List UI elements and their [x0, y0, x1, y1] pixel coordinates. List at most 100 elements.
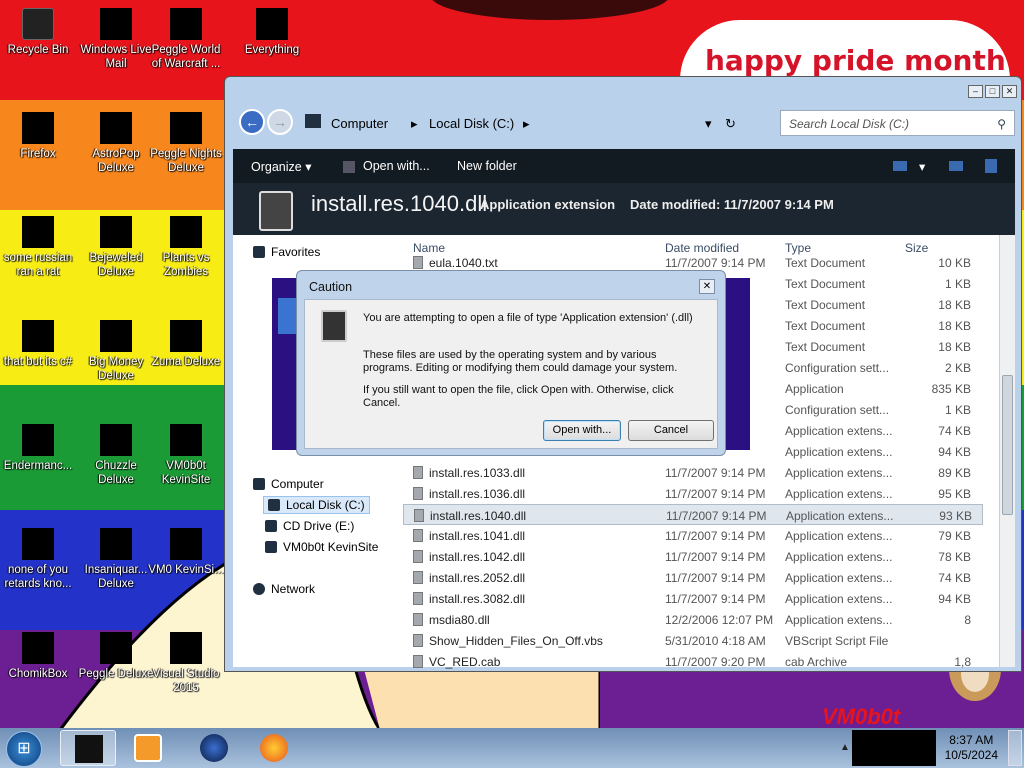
- file-date: 11/7/2007 9:14 PM: [665, 466, 766, 480]
- file-row[interactable]: VC_RED.cab 11/7/2007 9:20 PM cab Archive 1,…: [403, 651, 983, 672]
- address-dropdown-icon[interactable]: ▾: [705, 116, 712, 132]
- file-name: install.res.2052.dll: [413, 571, 658, 585]
- minimize-button[interactable]: –: [968, 85, 983, 98]
- desktop-icon[interactable]: AstroPop Deluxe: [78, 112, 154, 175]
- desktop-icon[interactable]: Chuzzle Deluxe: [78, 424, 154, 487]
- game-icon: [100, 112, 132, 144]
- nav-favorites[interactable]: Favorites: [253, 245, 320, 259]
- views-dropdown-icon[interactable]: ▾: [919, 159, 925, 174]
- taskbar-media-player[interactable]: [120, 730, 176, 766]
- desktop-icon[interactable]: Endermanc...: [0, 424, 76, 473]
- desktop-icon[interactable]: none of you retards kno...: [0, 528, 76, 591]
- dialog-close-button[interactable]: ✕: [699, 279, 715, 294]
- desktop-icon-label: VM0 KevinSi...: [148, 564, 224, 576]
- nav-local-disk[interactable]: Local Disk (C:): [263, 496, 370, 514]
- file-icon: [413, 613, 423, 626]
- tray-expand-icon[interactable]: ▲: [840, 742, 850, 753]
- file-size: 1,8: [954, 655, 971, 669]
- views-icon[interactable]: [893, 161, 907, 171]
- nav-network[interactable]: Network: [253, 582, 315, 596]
- desktop-icon[interactable]: Bejeweled Deluxe: [78, 216, 154, 279]
- desktop-icon[interactable]: VM0 KevinSi...: [148, 528, 224, 577]
- scrollbar-thumb[interactable]: [1002, 375, 1013, 515]
- desktop-icon[interactable]: Recycle Bin: [0, 8, 76, 57]
- vertical-scrollbar[interactable]: [999, 235, 1015, 667]
- file-row[interactable]: Show_Hidden_Files_On_Off.vbs 5/31/2010 4:…: [403, 630, 983, 651]
- nav-cd-drive[interactable]: CD Drive (E:): [265, 519, 354, 533]
- desktop-icon[interactable]: Plants vs Zombies: [148, 216, 224, 279]
- new-folder-button[interactable]: New folder: [457, 159, 517, 173]
- start-button[interactable]: ⊞: [6, 731, 42, 767]
- file-row[interactable]: msdia80.dll 12/2/2006 12:07 PM Application…: [403, 609, 983, 630]
- app-icon: [22, 632, 54, 664]
- desktop-icon[interactable]: ChomikBox: [0, 632, 76, 681]
- clock[interactable]: 8:37 AM 10/5/2024: [945, 733, 998, 763]
- taskbar-firefox[interactable]: [246, 730, 302, 766]
- file-row[interactable]: install.res.1036.dll 11/7/2007 9:14 PM App…: [403, 483, 983, 504]
- desktop-icon[interactable]: that but its c#: [0, 320, 76, 369]
- desktop-icon[interactable]: Peggle Deluxe: [78, 632, 154, 681]
- desktop-icon[interactable]: Windows Live Mail: [78, 8, 154, 71]
- maximize-button[interactable]: □: [985, 85, 1000, 98]
- file-size: 74 KB: [938, 424, 971, 438]
- file-icon: [413, 592, 423, 605]
- file-type: Text Document: [785, 256, 866, 270]
- file-name: eula.1040.txt: [413, 256, 658, 270]
- breadcrumb-computer[interactable]: Computer: [331, 116, 388, 131]
- nav-computer[interactable]: Computer: [253, 477, 324, 491]
- desktop-icon[interactable]: Visual Studio 2015: [148, 632, 224, 695]
- breadcrumb-separator-icon[interactable]: ▸: [411, 116, 418, 132]
- desktop-icon[interactable]: Peggle Nights Deluxe: [148, 112, 224, 175]
- open-with-button[interactable]: Open with...: [543, 420, 621, 441]
- preview-pane-icon[interactable]: [949, 161, 963, 171]
- desktop-icon[interactable]: some russian ran a rat: [0, 216, 76, 279]
- breadcrumb-separator-icon[interactable]: ▸: [523, 116, 530, 132]
- file-row[interactable]: install.res.1042.dll 11/7/2007 9:14 PM App…: [403, 546, 983, 567]
- taskbar-globe[interactable]: [186, 730, 242, 766]
- file-size: 74 KB: [938, 571, 971, 585]
- forward-button[interactable]: →: [267, 109, 293, 135]
- file-type: Text Document: [785, 277, 866, 291]
- tray-icons[interactable]: [852, 730, 936, 766]
- desktop-icon-label: that but its c#: [3, 356, 73, 368]
- network-icon: [253, 583, 265, 595]
- selected-file-name: install.res.1040.dll: [311, 191, 488, 216]
- nav-vm-drive[interactable]: VM0b0t KevinSite: [265, 540, 378, 554]
- desktop-icon[interactable]: Peggle World of Warcraft ...: [148, 8, 224, 71]
- desktop-icon[interactable]: VM0b0t KevinSite: [148, 424, 224, 487]
- close-button[interactable]: ✕: [1002, 85, 1017, 98]
- game-icon: [170, 8, 202, 40]
- file-row[interactable]: install.res.1041.dll 11/7/2007 9:14 PM App…: [403, 525, 983, 546]
- file-row[interactable]: install.res.1040.dll 11/7/2007 9:14 PM App…: [403, 504, 983, 525]
- desktop-icon[interactable]: Big Money Deluxe: [78, 320, 154, 383]
- network-drive-icon: [265, 541, 277, 553]
- search-icon[interactable]: ⚲: [997, 117, 1006, 131]
- desktop-icon[interactable]: Everything: [234, 8, 310, 57]
- game-icon: [100, 528, 132, 560]
- clock-date: 10/5/2024: [944, 748, 998, 762]
- desktop-icon-label: Visual Studio 2015: [152, 668, 220, 694]
- file-size: 2 KB: [944, 361, 971, 375]
- cancel-button[interactable]: Cancel: [628, 420, 714, 441]
- open-with-button[interactable]: Open with...: [363, 159, 430, 173]
- desktop-icon[interactable]: Zuma Deluxe: [148, 320, 224, 369]
- breadcrumb-local-disk[interactable]: Local Disk (C:): [429, 116, 514, 131]
- organize-button[interactable]: Organize ▾: [251, 159, 311, 174]
- file-row[interactable]: install.res.2052.dll 11/7/2007 9:14 PM App…: [403, 567, 983, 588]
- refresh-icon[interactable]: ↻: [725, 116, 736, 132]
- file-type: Text Document: [785, 319, 866, 333]
- help-icon[interactable]: [985, 159, 997, 173]
- file-row[interactable]: install.res.3082.dll 11/7/2007 9:14 PM App…: [403, 588, 983, 609]
- search-input[interactable]: Search Local Disk (C:) ⚲: [780, 110, 1015, 136]
- file-row[interactable]: install.res.1033.dll 11/7/2007 9:14 PM App…: [403, 462, 983, 483]
- app-icon: [22, 424, 54, 456]
- back-button[interactable]: ←: [239, 109, 265, 135]
- taskbar-explorer[interactable]: [60, 730, 116, 766]
- caution-dialog[interactable]: Caution ✕ You are attempting to open a f…: [296, 270, 726, 456]
- desktop-icon[interactable]: Insaniquar... Deluxe: [78, 528, 154, 591]
- desktop-icon[interactable]: Firefox: [0, 112, 76, 161]
- shortcut-icon: [170, 528, 202, 560]
- file-size: 78 KB: [938, 550, 971, 564]
- show-desktop-button[interactable]: [1008, 730, 1022, 766]
- address-bar[interactable]: Computer ▸ Local Disk (C:) ▸ ▾ ↻: [305, 110, 755, 136]
